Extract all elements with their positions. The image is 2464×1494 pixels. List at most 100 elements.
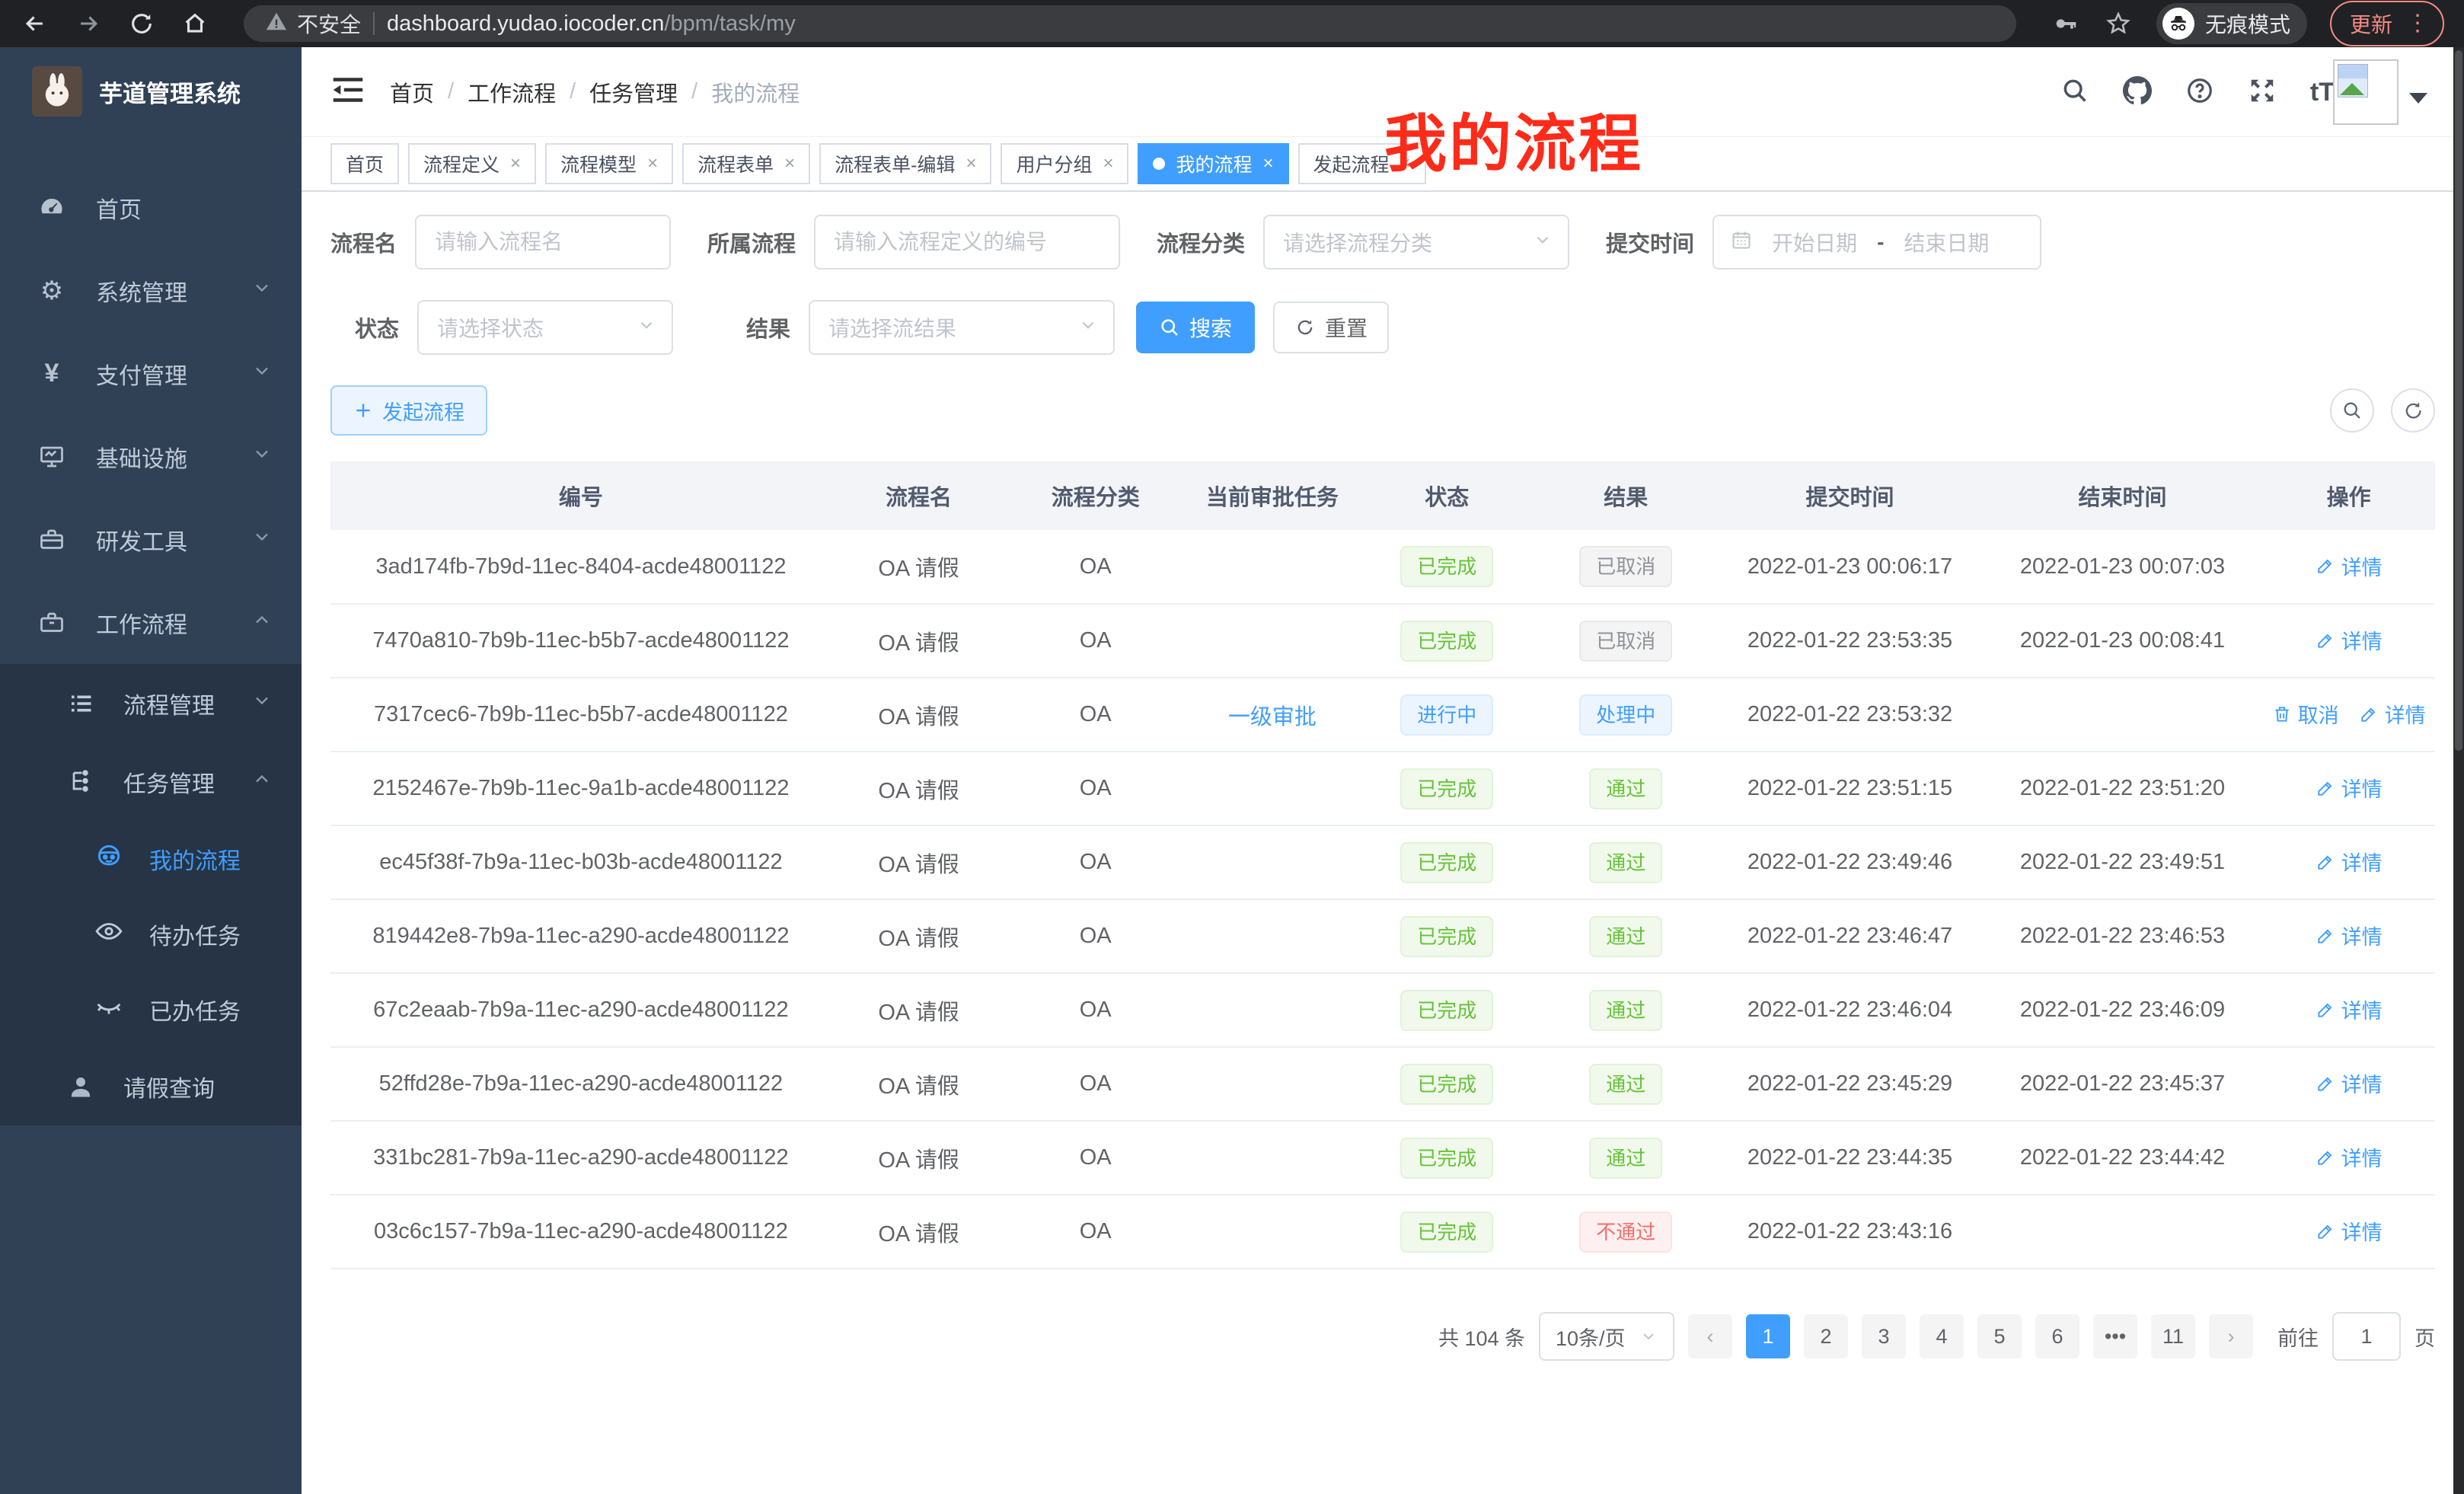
- bookmark-star-icon[interactable]: [2103, 8, 2134, 39]
- sidebar-item-label: 请假查询: [123, 1070, 215, 1103]
- search-icon[interactable]: [2060, 76, 2089, 109]
- tab-close-icon[interactable]: ×: [784, 153, 795, 174]
- tab-close-icon[interactable]: ×: [647, 153, 658, 174]
- sidebar-item-leave-query[interactable]: 请假查询: [0, 1047, 302, 1125]
- fullscreen-icon[interactable]: [2248, 76, 2277, 109]
- category-select[interactable]: 请选择流程分类: [1263, 215, 1569, 270]
- app-logo[interactable]: 芋道管理系统: [0, 47, 302, 136]
- user-avatar[interactable]: [2333, 59, 2427, 125]
- chevron-down-icon: [251, 690, 273, 717]
- avatar-caret-icon[interactable]: [2409, 93, 2427, 104]
- table-refresh-button[interactable]: [2391, 388, 2435, 433]
- prev-page-button[interactable]: ‹: [1688, 1314, 1732, 1358]
- cell-category: OA: [1006, 678, 1185, 752]
- forward-icon[interactable]: [73, 8, 104, 39]
- breadcrumb-item[interactable]: 工作流程: [468, 76, 556, 108]
- reset-button[interactable]: 重置: [1273, 302, 1389, 353]
- page-button-4[interactable]: 4: [1920, 1314, 1964, 1358]
- result-select[interactable]: 请选择流结果: [809, 300, 1115, 355]
- tab-process-form[interactable]: 流程表单×: [682, 143, 810, 184]
- detail-link[interactable]: 详情: [2316, 921, 2383, 950]
- github-icon[interactable]: [2123, 76, 2152, 109]
- cell-name: OA 请假: [831, 825, 1006, 899]
- jump-page-input[interactable]: [2332, 1312, 2401, 1361]
- sidebar-item-my-process[interactable]: 我的流程: [0, 821, 302, 896]
- breadcrumb-item[interactable]: 首页: [390, 76, 434, 108]
- table-row: 52ffd28e-7b9a-11ec-a290-acde48001122 OA …: [330, 1047, 2435, 1121]
- detail-link[interactable]: 详情: [2316, 847, 2383, 876]
- url-bar[interactable]: 不安全 dashboard.yudao.iocoder.cn/bpm/task/…: [244, 5, 2016, 42]
- home-icon[interactable]: [180, 8, 210, 39]
- help-icon[interactable]: [2185, 76, 2214, 109]
- page-button-3[interactable]: 3: [1862, 1314, 1906, 1358]
- detail-link[interactable]: 详情: [2359, 699, 2426, 729]
- sidebar-item-system[interactable]: ⚙ 系统管理: [0, 249, 302, 332]
- detail-link[interactable]: 详情: [2316, 994, 2383, 1024]
- page-size-select[interactable]: 10条/页: [1539, 1312, 1674, 1361]
- detail-link[interactable]: 详情: [2316, 625, 2383, 655]
- cancel-link[interactable]: 取消: [2272, 699, 2339, 729]
- tab-home[interactable]: 首页: [330, 143, 399, 184]
- page-button-5[interactable]: 5: [1977, 1314, 2022, 1358]
- key-icon[interactable]: [2050, 8, 2080, 39]
- sidebar-item-process-manage[interactable]: 流程管理: [0, 664, 302, 742]
- reload-icon[interactable]: [126, 8, 157, 39]
- cell-task: [1185, 899, 1359, 973]
- submit-time-range-picker[interactable]: 开始日期 - 结束日期: [1712, 215, 2041, 270]
- detail-link[interactable]: 详情: [2316, 1068, 2383, 1098]
- breadcrumb-item[interactable]: 任务管理: [589, 76, 678, 108]
- tab-close-icon[interactable]: ×: [965, 153, 976, 174]
- font-size-icon[interactable]: tT: [2310, 78, 2335, 107]
- tab-process-model[interactable]: 流程模型×: [545, 143, 673, 184]
- tab-close-icon[interactable]: ×: [1103, 153, 1113, 174]
- cell-id: 67c2eaab-7b9a-11ec-a290-acde48001122: [330, 973, 831, 1047]
- page-ellipsis-icon[interactable]: •••: [2093, 1314, 2137, 1358]
- tab-process-definition[interactable]: 流程定义×: [408, 143, 536, 184]
- tab-process-form-edit[interactable]: 流程表单-编辑×: [819, 143, 991, 184]
- detail-link[interactable]: 详情: [2316, 1216, 2383, 1246]
- tab-close-icon[interactable]: ×: [510, 153, 521, 174]
- sidebar-item-label: 我的流程: [149, 842, 241, 876]
- page-scrollbar[interactable]: [2453, 47, 2464, 1494]
- detail-link[interactable]: 详情: [2316, 773, 2383, 803]
- sidebar-item-devtools[interactable]: 研发工具: [0, 498, 302, 581]
- sidebar-item-task-manage[interactable]: 任务管理: [0, 742, 302, 821]
- sidebar-item-payment[interactable]: ¥ 支付管理: [0, 332, 302, 415]
- scrollbar-thumb[interactable]: [2455, 50, 2462, 751]
- chevron-down-icon: [251, 443, 273, 471]
- page-button-2[interactable]: 2: [1804, 1314, 1848, 1358]
- status-select[interactable]: 请选择状态: [417, 300, 673, 355]
- sidebar-item-home[interactable]: 首页: [0, 166, 302, 249]
- start-process-button[interactable]: 发起流程: [330, 385, 487, 436]
- update-button[interactable]: 更新 ⋮: [2330, 1, 2444, 46]
- cell-task-link[interactable]: 一级审批: [1185, 678, 1359, 752]
- cell-submit-time: 2022-01-22 23:45:29: [1717, 1047, 1982, 1121]
- search-button[interactable]: 搜索: [1136, 302, 1255, 353]
- chevron-down-icon: [1078, 315, 1098, 340]
- tab-user-group[interactable]: 用户分组×: [1001, 143, 1128, 184]
- detail-link[interactable]: 详情: [2316, 1142, 2383, 1172]
- table-search-toggle-button[interactable]: [2330, 388, 2374, 433]
- hamburger-icon[interactable]: [332, 76, 364, 107]
- sidebar-item-infra[interactable]: 基础设施: [0, 415, 302, 498]
- detail-link[interactable]: 详情: [2316, 551, 2383, 581]
- gear-icon: ⚙: [37, 276, 67, 306]
- cell-task: [1185, 530, 1359, 604]
- next-page-button[interactable]: ›: [2209, 1314, 2253, 1358]
- page-button-11[interactable]: 11: [2151, 1314, 2195, 1358]
- cell-end-time: [1983, 1195, 2263, 1269]
- result-badge: 通过: [1589, 768, 1662, 809]
- page-button-6[interactable]: 6: [2035, 1314, 2079, 1358]
- tab-my-process[interactable]: 我的流程×: [1138, 143, 1288, 184]
- cell-id: 7317cec6-7b9b-11ec-b5b7-acde48001122: [330, 678, 831, 752]
- process-name-input[interactable]: [415, 215, 671, 270]
- back-icon[interactable]: [20, 8, 50, 39]
- process-name-label: 流程名: [330, 226, 397, 258]
- tab-close-icon[interactable]: ×: [1263, 153, 1274, 174]
- sidebar-item-todo-tasks[interactable]: 待办任务: [0, 896, 302, 972]
- browser-menu-icon[interactable]: ⋮: [2406, 12, 2429, 35]
- sidebar-item-workflow[interactable]: 工作流程: [0, 581, 302, 664]
- sidebar-item-done-tasks[interactable]: 已办任务: [0, 972, 302, 1047]
- page-button-1[interactable]: 1: [1746, 1314, 1790, 1358]
- process-definition-input[interactable]: [814, 215, 1120, 270]
